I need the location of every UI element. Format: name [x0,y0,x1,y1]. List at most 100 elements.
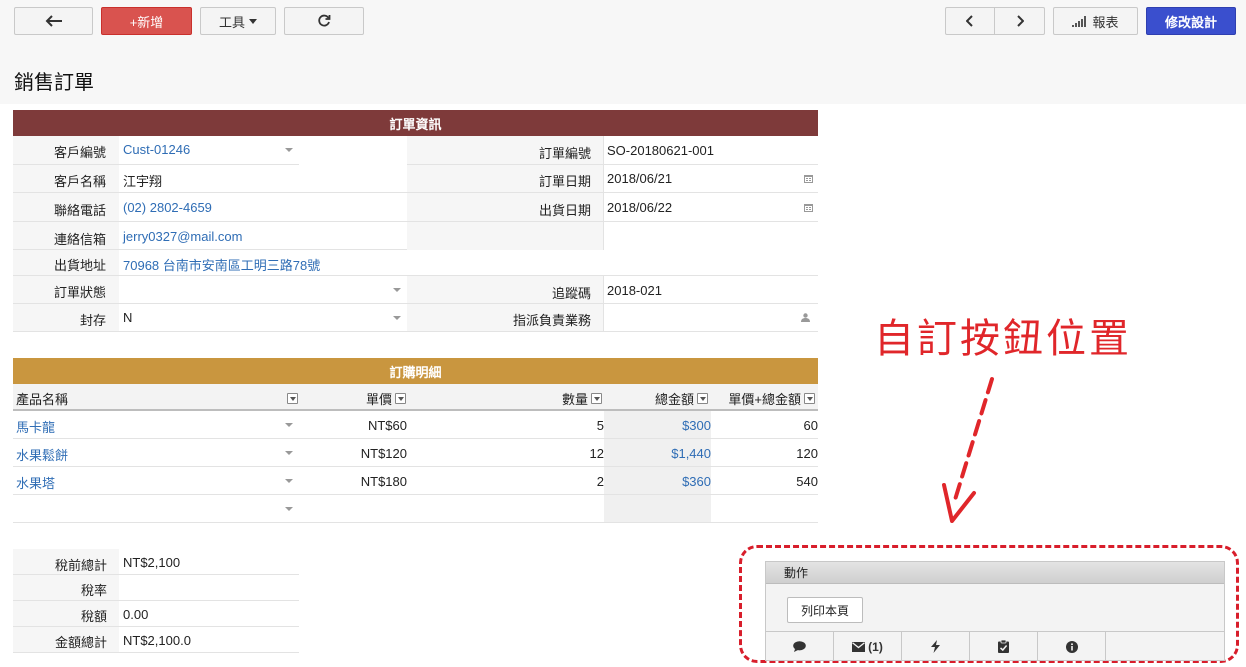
customer-id-dropdown-icon[interactable] [285,148,293,152]
row-divider [13,303,818,304]
customer-id-select[interactable]: Cust-01246 [123,142,190,157]
archive-select[interactable]: N [123,310,132,325]
archive-dropdown-icon[interactable] [393,316,401,320]
customer-name-value: 江宇翔 [123,174,163,189]
unit-price-cell: NT$120 [360,446,407,461]
mail-tab[interactable]: (1) [834,632,902,661]
status-dropdown-icon[interactable] [393,288,401,292]
phone-value[interactable]: (02) 2802-4659 [123,200,212,215]
unit-price-cell: NT$180 [360,474,407,489]
back-button[interactable] [14,7,93,35]
report-button[interactable]: 報表 [1053,7,1138,35]
column-divider [603,276,604,332]
ship-date-field[interactable]: 2018/06/22 [607,200,672,215]
price-plus-total-column-label: 單價+總金額 [728,391,801,407]
summary-divider [13,574,299,575]
tax-rate-label: 稅率 [80,583,107,598]
order-details-header: 訂購明細 [13,358,818,384]
table-row-divider [13,494,818,495]
product-column-label: 產品名稱 [16,391,69,407]
address-label: 出貨地址 [53,258,106,273]
info-icon [1065,640,1078,653]
total-cell: $360 [682,474,711,489]
order-date-field[interactable]: 2018/06/21 [607,171,672,186]
product-cell[interactable]: 馬卡龍 [16,417,55,436]
table-row-divider [13,522,818,523]
comment-icon [793,641,806,652]
new-row-product-dropdown-icon[interactable] [285,507,293,511]
total-cell: $300 [682,418,711,433]
row-divider [13,164,299,165]
subtotal-value: NT$2,100 [123,555,181,570]
info-tab[interactable] [1038,632,1106,661]
total-value: NT$2,100.0 [123,633,191,648]
tracking-label: 追蹤碼 [551,286,591,301]
status-select[interactable] [123,282,403,298]
column-header-quantity[interactable]: 數量 [407,386,602,410]
assignee-field[interactable] [607,310,787,326]
column-header-total[interactable]: 總金額 [604,386,708,410]
new-button[interactable]: +新增 [101,7,192,35]
user-icon[interactable] [801,313,810,322]
subtotal-label: 稅前總計 [54,558,107,573]
print-page-label: 列印本頁 [801,603,850,618]
order-info-header: 訂單資訊 [13,110,818,136]
price-plus-total-cell: 60 [803,418,818,433]
action-panel: 動作 列印本頁 (1) [765,561,1225,661]
order-info-title: 訂單資訊 [389,116,442,132]
filter-icon[interactable] [591,392,602,404]
ship-date-label: 出貨日期 [538,203,591,218]
email-label: 連絡信箱 [53,232,106,247]
table-row-divider [13,438,818,439]
order-details-title: 訂購明細 [389,364,442,380]
status-label: 訂單狀態 [53,285,106,300]
customer-name-label: 客戶名稱 [53,174,106,189]
calendar-icon[interactable] [804,174,813,183]
filter-icon[interactable] [287,392,298,404]
refresh-button[interactable] [284,7,364,35]
trigger-tab[interactable] [902,632,970,661]
product-dropdown-icon[interactable] [285,451,293,455]
chevron-right-icon [1016,15,1024,27]
filter-icon[interactable] [395,392,406,404]
customer-id-label: 客戶編號 [53,145,106,160]
product-dropdown-icon[interactable] [285,479,293,483]
calendar-icon[interactable] [804,203,813,212]
envelope-icon [852,641,866,652]
action-panel-header: 動作 [766,562,1224,584]
quantity-cell[interactable]: 12 [407,446,604,461]
summary-divider [13,652,299,653]
column-header-price-plus-total[interactable]: 單價+總金額 [711,386,815,410]
email-value[interactable]: jerry0327@mail.com [123,229,242,244]
page-title: 銷售訂單 [14,72,94,94]
action-panel-title: 動作 [784,566,809,580]
product-dropdown-icon[interactable] [285,423,293,427]
comment-tab[interactable] [766,632,834,661]
print-page-button[interactable]: 列印本頁 [787,597,864,623]
order-no-label: 訂單編號 [538,146,591,161]
total-cell: $1,440 [671,446,711,461]
next-record-button[interactable] [994,7,1045,35]
row-divider [13,249,407,250]
order-date-label: 訂單日期 [538,174,591,189]
row-divider [13,221,818,222]
quantity-cell[interactable]: 2 [407,474,604,489]
order-no-value: SO-20180621-001 [607,143,714,158]
annotation-text: 自訂按鈕位置 [874,316,1132,362]
tools-button[interactable]: 工具 [200,7,276,35]
product-cell[interactable]: 水果塔 [16,473,55,492]
column-header-unit-price[interactable]: 單價 [300,386,406,410]
task-tab[interactable] [970,632,1038,661]
filter-icon[interactable] [697,392,708,404]
caret-down-icon [249,18,257,24]
previous-record-button[interactable] [945,7,995,35]
column-header-product[interactable]: 產品名稱 [16,386,298,410]
address-value[interactable]: 70968 台南市安南區工明三路78號 [123,255,320,274]
tax-rate-value[interactable] [123,580,293,596]
filter-icon[interactable] [804,392,815,404]
quantity-cell[interactable]: 5 [407,418,604,433]
right-gap-area [604,222,818,250]
edit-design-button[interactable]: 修改設計 [1146,7,1236,35]
summary-divider [13,626,299,627]
product-cell[interactable]: 水果鬆餅 [16,445,68,464]
